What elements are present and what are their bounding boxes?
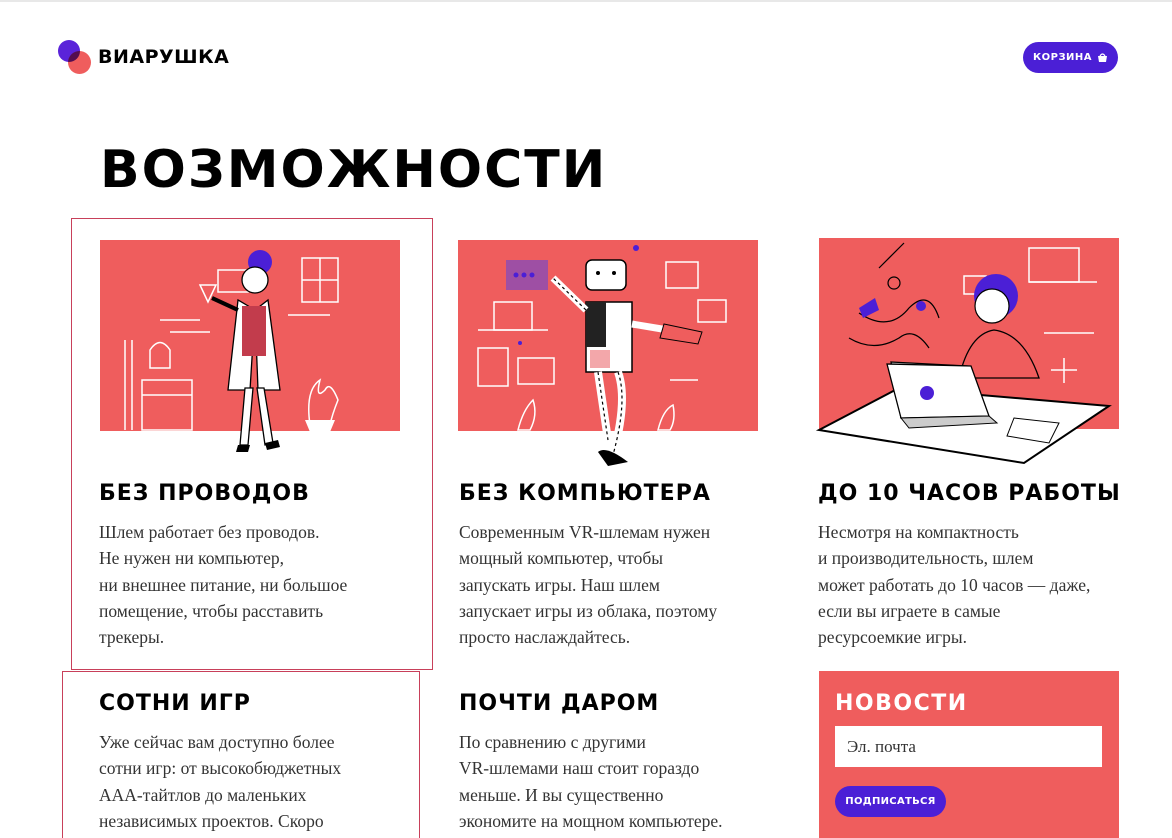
no-computer-illustration (458, 240, 758, 466)
feature-title-wireless: БЕЗ ПРОВОДОВ (99, 481, 310, 506)
brand-name: ВИАРУШКА (98, 46, 230, 68)
logo-icon (58, 40, 92, 74)
cart-label: КОРЗИНА (1032, 52, 1093, 63)
wireless-illustration (100, 240, 400, 452)
feature-text-wireless: Шлем работает без проводов. Не нужен ни … (99, 522, 348, 648)
subscribe-button[interactable]: ПОДПИСАТЬСЯ (835, 786, 946, 817)
feature-text-battery: Несмотря на компактность и производитель… (818, 522, 1091, 648)
cart-button[interactable]: КОРЗИНА (1023, 42, 1118, 73)
newsletter-block: НОВОСТИ ПОДПИСАТЬСЯ (819, 671, 1119, 838)
battery-illustration (815, 238, 1119, 465)
feature-text-no-computer: Современным VR-шлемам нужен мощный компь… (459, 522, 718, 648)
email-field[interactable] (835, 726, 1102, 767)
feature-title-no-computer: БЕЗ КОМПЬЮТЕРА (459, 481, 711, 506)
page-title: ВОЗМОЖНОСТИ (100, 140, 608, 200)
feature-title-battery: ДО 10 ЧАСОВ РАБОТЫ (818, 481, 1121, 506)
newsletter-title: НОВОСТИ (835, 691, 968, 716)
basket-icon (1098, 53, 1108, 62)
feature-text-games: Уже сейчас вам доступно более сотни игр:… (99, 732, 342, 831)
subscribe-label: ПОДПИСАТЬСЯ (845, 796, 936, 807)
top-divider (0, 0, 1172, 2)
feature-text-price: По сравнению с другими VR-шлемами наш ст… (459, 732, 723, 831)
feature-title-price: ПОЧТИ ДАРОМ (459, 691, 660, 716)
feature-title-games: СОТНИ ИГР (99, 691, 251, 716)
logo[interactable]: ВИАРУШКА (58, 40, 229, 74)
